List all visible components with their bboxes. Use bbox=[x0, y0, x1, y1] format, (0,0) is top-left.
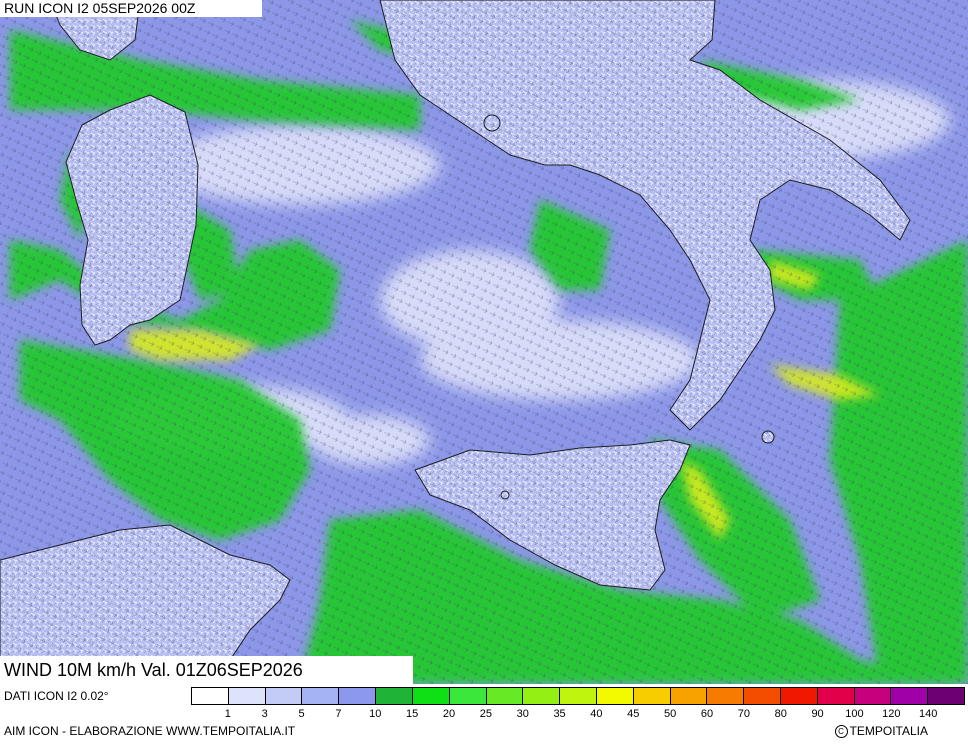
scale-swatch bbox=[523, 688, 561, 704]
run-label: RUN ICON I2 05SEP2026 00Z bbox=[0, 0, 262, 17]
brand-credit-text: TEMPOITALIA bbox=[849, 724, 928, 738]
scale-swatch bbox=[302, 688, 340, 704]
brand-credit: C TEMPOITALIA bbox=[834, 724, 928, 739]
scale-tick-label: 35 bbox=[553, 708, 566, 720]
scale-tick-label: 45 bbox=[627, 708, 640, 720]
scale-tick-label: 40 bbox=[590, 708, 603, 720]
data-source-label: DATI ICON I2 0.02° bbox=[4, 689, 109, 703]
scale-swatch bbox=[817, 688, 855, 704]
wind-speed-scale-labels: 1 3 5 7 10 15 20 25 30 35 40 45 50 60 70 80 90 100 120 140 bbox=[191, 708, 965, 722]
scale-tick-label: 1 bbox=[224, 708, 231, 720]
scale-tick-label: 80 bbox=[774, 708, 787, 720]
wind-speed-color-scale bbox=[191, 687, 965, 705]
scale-tick-label: 25 bbox=[479, 708, 492, 720]
scale-swatch bbox=[781, 688, 818, 704]
scale-swatch bbox=[596, 688, 634, 704]
scale-tick-label: 50 bbox=[664, 708, 677, 720]
scale-tick-label: 60 bbox=[700, 708, 714, 720]
scale-swatch bbox=[412, 688, 450, 704]
scale-tick-label: 20 bbox=[442, 708, 456, 720]
scale-tick-label: 70 bbox=[737, 708, 750, 720]
scale-swatch bbox=[560, 688, 597, 704]
wind-field-map bbox=[0, 0, 968, 684]
scale-swatch bbox=[339, 688, 377, 704]
scale-tick-label: 10 bbox=[369, 708, 382, 720]
scale-tick-label: 120 bbox=[882, 708, 901, 720]
scale-swatch bbox=[228, 688, 266, 704]
scale-tick-label: 15 bbox=[406, 708, 419, 720]
scale-tick-label: 5 bbox=[298, 708, 305, 720]
scale-tick-label: 7 bbox=[335, 708, 342, 720]
scale-swatch bbox=[265, 688, 303, 704]
variable-validity-label: WIND 10M km/h Val. 01Z06SEP2026 bbox=[0, 656, 413, 684]
scale-swatch bbox=[854, 688, 892, 704]
scale-swatch bbox=[633, 688, 671, 704]
scale-swatch bbox=[928, 688, 965, 704]
copyright-icon: C bbox=[834, 725, 848, 739]
scale-tick-label: 90 bbox=[811, 708, 824, 720]
scale-swatch bbox=[449, 688, 487, 704]
scale-tick-label: 100 bbox=[845, 708, 864, 720]
scale-swatch bbox=[670, 688, 708, 704]
scale-swatch bbox=[192, 688, 229, 704]
scale-swatch bbox=[707, 688, 745, 704]
scale-swatch bbox=[486, 688, 524, 704]
elaboration-credit: AIM ICON - ELABORAZIONE WWW.TEMPOITALIA.… bbox=[4, 724, 296, 738]
scale-swatch bbox=[744, 688, 781, 704]
scale-tick-label: 3 bbox=[261, 708, 268, 720]
wind-arrow-overlay bbox=[0, 0, 968, 684]
scale-tick-label: 30 bbox=[516, 708, 529, 720]
scale-swatch bbox=[376, 688, 413, 704]
scale-swatch bbox=[891, 688, 929, 704]
scale-tick-label: 140 bbox=[918, 708, 938, 720]
legend-area: DATI ICON I2 0.02° 1 3 5 7 10 15 20 25 30 35 40 45 5… bbox=[0, 684, 968, 745]
weather-map: RUN ICON I2 05SEP2026 00Z WIND 10M km/h … bbox=[0, 0, 968, 684]
